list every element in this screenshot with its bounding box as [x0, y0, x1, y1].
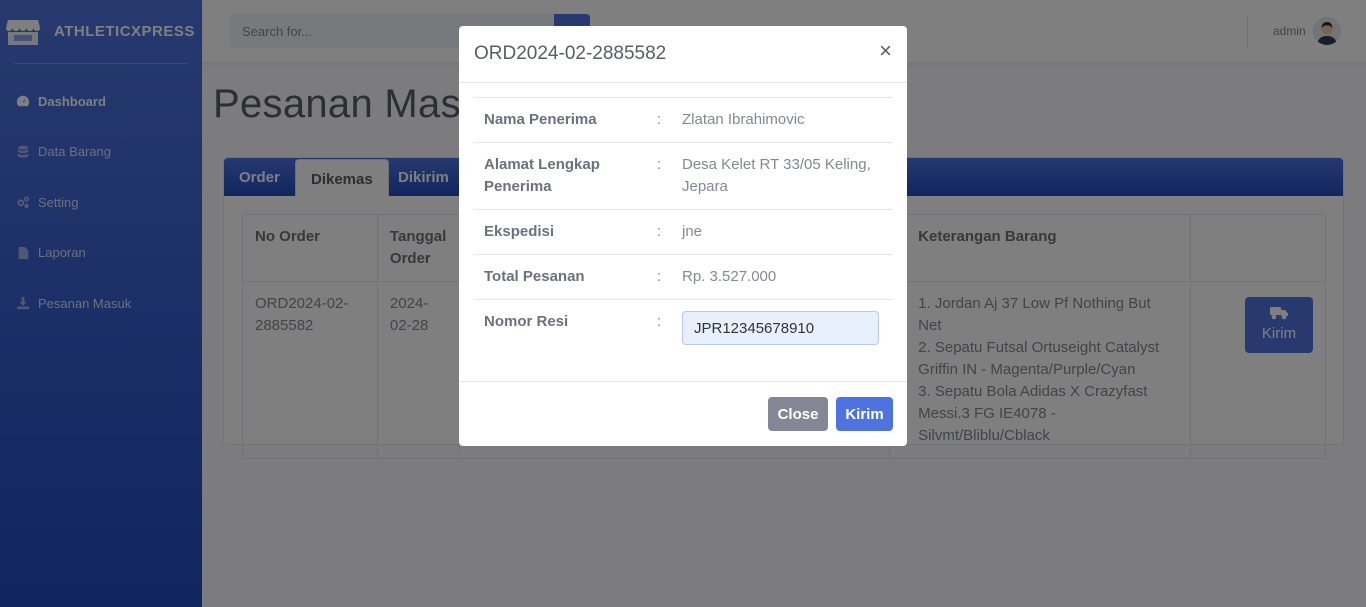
nomor-resi-input[interactable]	[682, 311, 879, 345]
field-value: Zlatan Ibrahimovic	[682, 111, 805, 128]
field-nama-penerima: Nama Penerima : Zlatan Ibrahimovic	[474, 97, 893, 142]
field-value: Rp. 3.527.000	[682, 268, 777, 285]
modal-footer: Close Kirim	[459, 381, 907, 446]
field-colon: :	[656, 156, 662, 173]
field-label: Nomor Resi	[484, 313, 569, 330]
modal-body: Nama Penerima : Zlatan Ibrahimovic Alama…	[474, 97, 893, 356]
field-label: Ekspedisi	[484, 223, 555, 240]
close-icon[interactable]: ×	[879, 40, 892, 62]
field-colon: :	[656, 223, 662, 240]
order-detail-modal: ORD2024-02-2885582 × Nama Penerima : Zla…	[459, 26, 907, 446]
kirim-button[interactable]: Kirim	[836, 397, 893, 431]
field-total-pesanan: Total Pesanan : Rp. 3.527.000	[474, 254, 893, 299]
field-value: jne	[682, 223, 703, 240]
modal-header: ORD2024-02-2885582 ×	[459, 26, 907, 83]
field-nomor-resi: Nomor Resi :	[474, 299, 893, 356]
field-ekspedisi: Ekspedisi : jne	[474, 209, 893, 254]
close-button[interactable]: Close	[768, 397, 828, 431]
field-label: Total Pesanan	[484, 268, 585, 285]
modal-title: ORD2024-02-2885582	[474, 43, 667, 64]
field-value: Desa Kelet RT 33/05 Keling, Jepara	[682, 156, 871, 195]
field-label: Nama Penerima	[484, 111, 597, 128]
field-colon: :	[656, 268, 662, 285]
field-colon: :	[656, 313, 662, 330]
field-label: Alamat Lengkap Penerima	[484, 156, 600, 195]
field-value	[682, 311, 893, 345]
field-colon: :	[656, 111, 662, 128]
field-alamat: Alamat Lengkap Penerima : Desa Kelet RT …	[474, 142, 893, 209]
